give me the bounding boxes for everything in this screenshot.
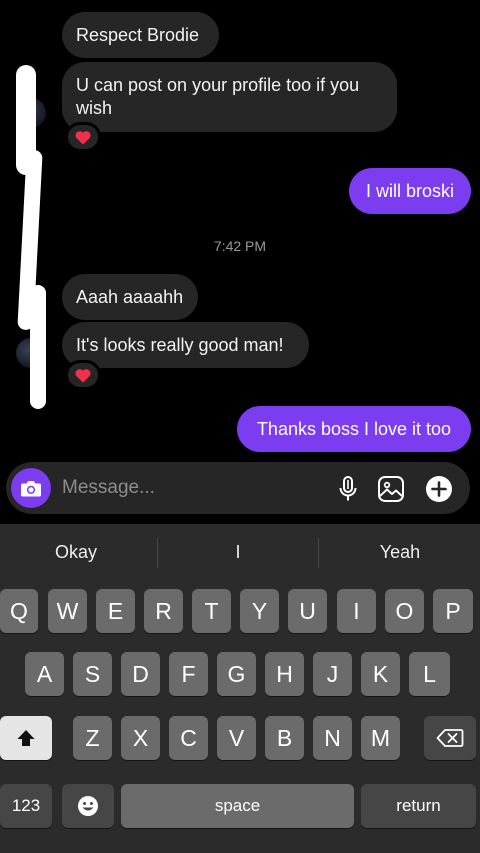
message-bubble-incoming[interactable]: Respect Brodie [62,12,219,58]
key-z[interactable]: Z [73,716,112,760]
message-bubble-outgoing[interactable]: I will broski [349,168,471,214]
key-d[interactable]: D [121,652,160,696]
numbers-key[interactable]: 123 [0,784,52,828]
suggestion-yeah[interactable]: Yeah [330,542,470,563]
key-o[interactable]: O [385,589,424,633]
key-y[interactable]: Y [240,589,279,633]
camera-button[interactable] [11,468,51,508]
message-bubble-incoming[interactable]: Aaah aaaahh [62,274,198,320]
suggestion-i[interactable]: I [168,542,308,563]
redaction-scribble [30,285,46,409]
keyboard: Okay I Yeah Q W E R T Y U I O P A S D F … [0,524,480,853]
key-w[interactable]: W [48,589,87,633]
suggestion-divider [157,538,158,568]
message-timestamp: 7:42 PM [213,238,267,254]
key-j[interactable]: J [313,652,352,696]
heart-icon [75,368,91,382]
heart-icon [75,130,91,144]
key-i[interactable]: I [337,589,376,633]
key-x[interactable]: X [121,716,160,760]
add-button[interactable] [424,474,454,504]
key-g[interactable]: G [217,652,256,696]
message-text: U can post on your profile too if you wi… [76,75,360,118]
microphone-icon [339,476,357,501]
space-key[interactable]: space [121,784,354,828]
delete-key[interactable] [424,716,476,760]
message-text: It's looks really good man! [76,334,284,355]
key-r[interactable]: R [144,589,183,633]
key-p[interactable]: P [433,589,473,633]
backspace-icon [436,729,464,747]
message-composer [6,462,470,514]
key-s[interactable]: S [73,652,112,696]
shift-key[interactable] [0,716,52,760]
message-text: Aaah aaaahh [76,286,184,307]
key-c[interactable]: C [169,716,208,760]
key-q[interactable]: Q [0,589,38,633]
shift-arrow-icon [17,730,35,746]
message-text: Respect Brodie [76,24,200,45]
heart-reaction[interactable] [65,122,101,152]
key-h[interactable]: H [265,652,304,696]
camera-icon [21,480,41,496]
message-bubble-incoming[interactable]: U can post on your profile too if you wi… [62,62,397,132]
gallery-icon [378,476,404,502]
gallery-button[interactable] [376,474,406,504]
key-v[interactable]: V [217,716,256,760]
key-l[interactable]: L [409,652,450,696]
key-m[interactable]: M [361,716,400,760]
key-a[interactable]: A [25,652,64,696]
emoji-icon [78,796,98,816]
message-bubble-incoming[interactable]: It's looks really good man! [62,322,309,368]
suggestion-divider [318,538,319,568]
message-text: I will broski [365,180,454,201]
key-n[interactable]: N [313,716,352,760]
message-bubble-outgoing[interactable]: Thanks boss I love it too [237,406,471,452]
heart-reaction[interactable] [65,360,101,390]
microphone-button[interactable] [333,474,363,504]
key-k[interactable]: K [361,652,400,696]
key-u[interactable]: U [288,589,327,633]
message-input[interactable] [62,473,312,503]
suggestion-okay[interactable]: Okay [6,542,146,563]
emoji-key[interactable] [62,784,114,828]
plus-icon [426,476,452,502]
key-b[interactable]: B [265,716,304,760]
return-key[interactable]: return [361,784,476,828]
key-t[interactable]: T [192,589,231,633]
key-f[interactable]: F [169,652,208,696]
key-e[interactable]: E [96,589,135,633]
message-text: Thanks boss I love it too [256,418,452,439]
